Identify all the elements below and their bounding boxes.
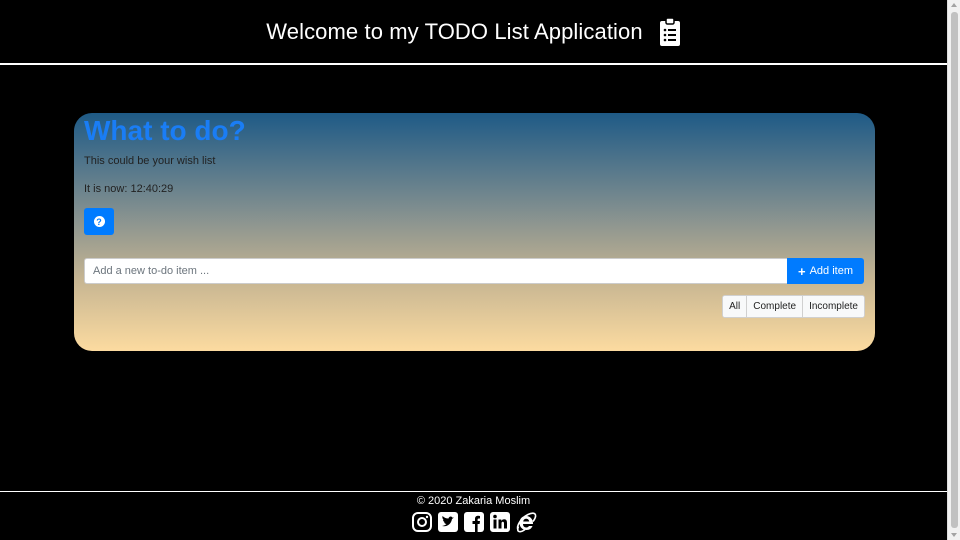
footer: © 2020 Zakaria Moslim	[0, 491, 947, 540]
add-item-button[interactable]: + Add item	[787, 258, 864, 284]
top-header: Welcome to my TODO List Application	[0, 0, 947, 65]
filter-all-button[interactable]: All	[723, 296, 748, 317]
todo-card: What to do? This could be your wish list…	[74, 113, 875, 351]
facebook-icon[interactable]	[463, 511, 485, 533]
twitter-icon[interactable]	[437, 511, 459, 533]
scrollbar-thumb[interactable]	[951, 12, 958, 528]
card-heading: What to do?	[84, 115, 246, 146]
new-todo-input[interactable]	[84, 258, 787, 284]
help-button[interactable]: ?	[84, 208, 114, 235]
question-circle-icon: ?	[93, 216, 105, 227]
add-item-label: Add item	[809, 265, 853, 277]
page-title: Welcome to my TODO List Application	[266, 18, 643, 44]
vertical-scrollbar[interactable]	[947, 0, 960, 540]
internet-explorer-icon[interactable]	[515, 511, 537, 533]
social-links	[0, 511, 947, 533]
linkedin-icon[interactable]	[489, 511, 511, 533]
page: Welcome to my TODO List Application What…	[0, 0, 947, 540]
scroll-up-icon[interactable]	[951, 3, 957, 7]
filter-complete-button[interactable]: Complete	[747, 296, 804, 317]
clock-text: It is now: 12:40:29	[84, 183, 174, 195]
plus-icon: +	[797, 263, 806, 279]
filter-group: All Complete Incomplete	[722, 295, 865, 318]
scroll-down-icon[interactable]	[951, 533, 957, 537]
clipboard-list-icon	[659, 16, 681, 47]
instagram-icon[interactable]	[411, 511, 433, 533]
add-item-form: + Add item	[84, 258, 864, 284]
card-subtitle: This could be your wish list	[84, 155, 216, 167]
copyright-text: © 2020 Zakaria Moslim	[416, 495, 531, 507]
filter-incomplete-button[interactable]: Incomplete	[803, 296, 864, 317]
